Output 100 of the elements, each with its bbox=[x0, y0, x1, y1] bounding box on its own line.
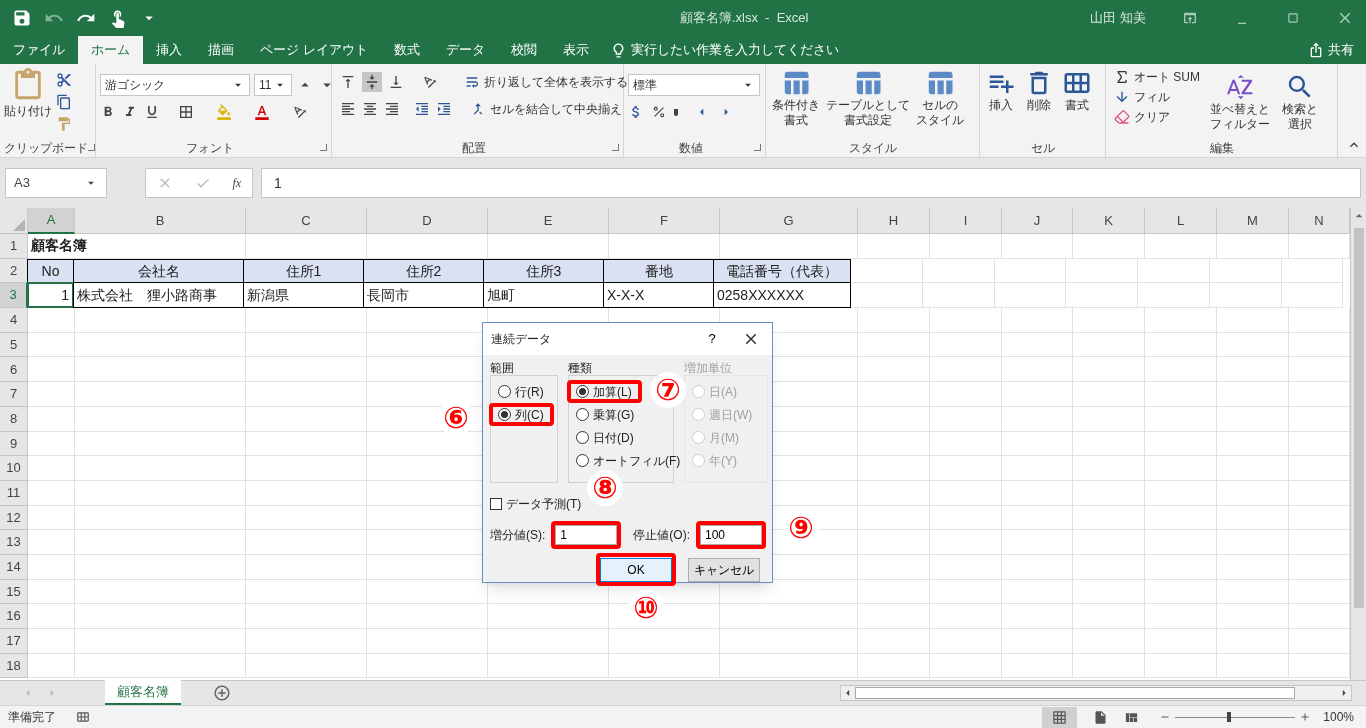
ribbon-tab[interactable]: 表示 bbox=[549, 36, 602, 64]
column-header[interactable]: E bbox=[488, 208, 609, 234]
row-header[interactable]: 15 bbox=[0, 579, 28, 605]
column-header[interactable]: H bbox=[858, 208, 930, 234]
share-button[interactable]: 共有 bbox=[1296, 36, 1366, 64]
ribbon-tab[interactable]: データ bbox=[432, 36, 498, 64]
dialog-button[interactable]: OK bbox=[600, 558, 672, 582]
radio-label: 加算(L) bbox=[593, 383, 632, 401]
sort-filter-button[interactable]: 並べ替えと フィルター bbox=[1208, 68, 1272, 139]
radio-label: オートフィル(F) bbox=[593, 452, 681, 470]
field-label: 増分値(S): bbox=[490, 527, 546, 544]
group-label: 種類 bbox=[568, 360, 593, 375]
font-name-field[interactable]: 游ゴシック bbox=[100, 74, 250, 96]
column-header[interactable]: F bbox=[609, 208, 720, 234]
cells-button[interactable]: 書式 bbox=[1060, 64, 1094, 139]
row-header[interactable]: 2 bbox=[0, 258, 28, 284]
row-header[interactable]: 6 bbox=[0, 357, 28, 383]
input-field[interactable]: 1 bbox=[555, 525, 618, 545]
column-header[interactable]: L bbox=[1145, 208, 1217, 234]
style-button[interactable]: 条件付き 書式 bbox=[770, 64, 822, 139]
fill-button[interactable]: フィル bbox=[1114, 88, 1200, 106]
style-button[interactable]: セルの スタイル bbox=[914, 64, 966, 139]
input-field[interactable]: 100 bbox=[700, 525, 762, 545]
number-format-field[interactable]: 標準 bbox=[628, 74, 760, 96]
row-header[interactable]: 14 bbox=[0, 554, 28, 580]
row-header[interactable]: 9 bbox=[0, 431, 28, 457]
row-header[interactable]: 16 bbox=[0, 604, 28, 629]
cells-button[interactable]: 削除 bbox=[1022, 64, 1056, 139]
find-select-button[interactable]: 検索と 選択 bbox=[1280, 68, 1320, 139]
merge-center-button[interactable]: セルを結合して中央揃え bbox=[470, 100, 622, 118]
ribbon-tab[interactable]: 数式 bbox=[380, 36, 433, 64]
radio-label: 乗算(G) bbox=[593, 406, 635, 424]
column-header[interactable]: J bbox=[1002, 208, 1073, 234]
radio-label: 日(A) bbox=[709, 383, 737, 401]
help-button[interactable]: ? bbox=[702, 329, 722, 349]
name-box[interactable]: A3 bbox=[5, 168, 107, 198]
dialog-title: 連続データ bbox=[491, 331, 552, 348]
ribbon-tab[interactable]: ページ レイアウト bbox=[247, 36, 381, 64]
row-header[interactable]: 11 bbox=[0, 480, 28, 506]
paste-button[interactable]: 貼り付け bbox=[4, 68, 52, 139]
row-header[interactable]: 12 bbox=[0, 505, 28, 531]
sheet-tab[interactable]: 顧客名簿 bbox=[105, 680, 181, 705]
style-button[interactable]: テーブルとして 書式設定 bbox=[824, 64, 912, 139]
zoom-level[interactable]: 100% bbox=[1323, 708, 1354, 726]
row-header[interactable]: 5 bbox=[0, 332, 28, 358]
table-cell: 1 bbox=[27, 282, 74, 309]
autosum-button[interactable]: オート SUM bbox=[1114, 68, 1200, 86]
group-label: 数値 bbox=[679, 140, 703, 157]
column-header[interactable]: I bbox=[930, 208, 1002, 234]
column-header[interactable]: G bbox=[720, 208, 858, 234]
table-cell: 株式会社 狸小路商事 bbox=[73, 282, 244, 309]
ribbon-tab[interactable]: 挿入 bbox=[143, 36, 195, 64]
group-label: 範囲 bbox=[490, 360, 515, 375]
user-name: 山田 知美 bbox=[1090, 9, 1146, 28]
radio-label: 週日(W) bbox=[709, 406, 753, 424]
radio-label: 行(R) bbox=[515, 383, 544, 401]
group-label: セル bbox=[1030, 140, 1055, 157]
row-header[interactable]: 7 bbox=[0, 382, 28, 407]
wrap-text-button[interactable]: 折り返して全体を表示する bbox=[464, 73, 628, 91]
font-size-field[interactable]: 11 bbox=[254, 74, 292, 96]
radio-label: 年(Y) bbox=[709, 452, 737, 470]
ribbon-tab[interactable]: ファイル bbox=[0, 36, 78, 64]
group-label: 配置 bbox=[462, 140, 486, 157]
cells-button[interactable]: 挿入 bbox=[984, 64, 1018, 139]
row-header[interactable]: 8 bbox=[0, 406, 28, 432]
ribbon-tab[interactable]: 描画 bbox=[195, 36, 247, 64]
radio-label: 月(M) bbox=[709, 429, 739, 447]
table-cell: 0258XXXXXX bbox=[713, 282, 851, 309]
group-label: フォント bbox=[186, 140, 234, 157]
row-header[interactable]: 18 bbox=[0, 653, 28, 679]
group-label: 編集 bbox=[1209, 140, 1234, 157]
radio-label: 日付(D) bbox=[593, 429, 634, 447]
insert-function-button[interactable]: fx bbox=[232, 174, 242, 192]
checkbox-label: データ予測(T) bbox=[506, 496, 582, 513]
column-header[interactable]: K bbox=[1073, 208, 1145, 234]
status-text: 準備完了 bbox=[8, 709, 56, 726]
radio-label: 列(C) bbox=[515, 406, 544, 424]
group-label: クリップボード bbox=[4, 140, 88, 157]
row-header[interactable]: 4 bbox=[0, 308, 28, 333]
formula-field[interactable]: 1 bbox=[261, 168, 1361, 198]
column-header[interactable]: C bbox=[246, 208, 367, 234]
clear-button[interactable]: クリア bbox=[1114, 108, 1200, 126]
row-header[interactable]: 3 bbox=[0, 283, 28, 309]
row-header[interactable]: 17 bbox=[0, 629, 28, 654]
window-title: 顧客名簿.xlsx - Excel bbox=[679, 9, 809, 28]
ribbon-tab[interactable]: ホーム bbox=[78, 36, 143, 64]
dialog-button[interactable]: キャンセル bbox=[688, 558, 760, 582]
ribbon-tab[interactable]: 校閲 bbox=[497, 36, 550, 64]
column-header[interactable]: A bbox=[28, 208, 75, 234]
group-label: 増加単位 bbox=[684, 360, 733, 375]
row-header[interactable]: 1 bbox=[0, 234, 28, 259]
field-label: 停止値(O): bbox=[633, 527, 690, 544]
column-header[interactable]: D bbox=[367, 208, 488, 234]
column-header[interactable]: M bbox=[1217, 208, 1289, 234]
table-cell: 顧客名簿 bbox=[28, 234, 246, 259]
tell-me-field[interactable]: 実行したい作業を入力してください bbox=[630, 40, 839, 60]
group-label: スタイル bbox=[848, 140, 897, 157]
row-header[interactable]: 13 bbox=[0, 530, 28, 555]
column-header[interactable]: B bbox=[75, 208, 246, 234]
row-header[interactable]: 10 bbox=[0, 456, 28, 481]
